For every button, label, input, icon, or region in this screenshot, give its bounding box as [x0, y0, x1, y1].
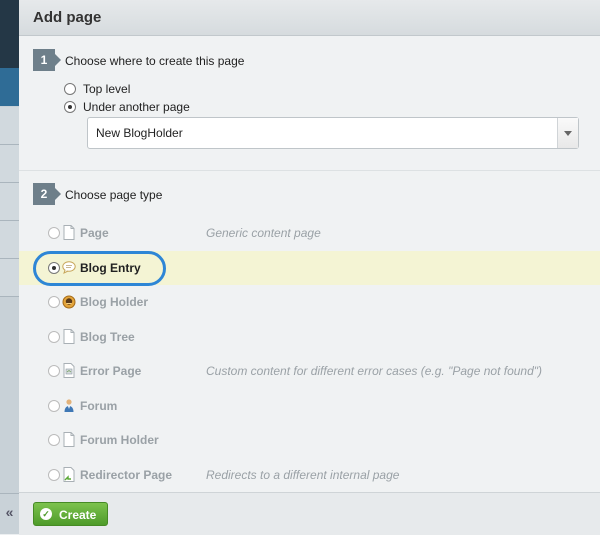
section-divider [19, 170, 600, 171]
top-level-label[interactable]: Top level [83, 82, 130, 96]
dialog-footer: ✓ Create [19, 492, 600, 535]
create-button[interactable]: ✓ Create [33, 502, 108, 526]
step-1-label: Choose where to create this page [65, 54, 245, 68]
cms-sidebar: « [0, 0, 20, 534]
page-icon [63, 432, 75, 447]
add-page-dialog: Add page 1 Choose where to create this p… [19, 0, 600, 535]
page-type-radio[interactable] [48, 296, 60, 308]
page-type-radio[interactable] [48, 400, 60, 412]
page-type-radio[interactable] [48, 365, 60, 377]
step-2-badge: 2 [33, 183, 61, 205]
step-1-badge: 1 [33, 49, 61, 71]
error-page-icon [63, 363, 75, 378]
sidebar-collapse-button[interactable]: « [0, 493, 19, 534]
sidebar-item[interactable] [0, 183, 19, 221]
page-type-radio[interactable] [48, 469, 60, 481]
under-another-page-label[interactable]: Under another page [83, 100, 190, 114]
radio-under-another-page[interactable] [64, 101, 76, 113]
page-type-blog-holder[interactable]: Blog Holder [19, 285, 600, 319]
parent-page-select[interactable]: New BlogHolder [87, 117, 579, 149]
page-type-radio[interactable] [48, 227, 60, 239]
radio-top-level[interactable] [64, 83, 76, 95]
sidebar-header [0, 0, 19, 68]
page-icon [63, 329, 75, 344]
redirector-page-icon [63, 467, 75, 482]
chevron-down-icon[interactable] [557, 118, 578, 148]
dialog-title: Add page [33, 9, 102, 26]
dialog-header: Add page [19, 0, 600, 36]
page-type-blog-tree[interactable]: Blog Tree [19, 320, 600, 354]
page-type-description: Custom content for different error cases… [206, 364, 543, 378]
selection-highlight-ring [33, 251, 166, 286]
page-type-redirector-page[interactable]: Redirector Page Redirects to a different… [19, 458, 600, 492]
page-type-radio[interactable] [48, 434, 60, 446]
page-type-error-page[interactable]: Error Page Custom content for different … [19, 354, 600, 388]
sidebar-item[interactable] [0, 145, 19, 183]
page-type-description: Redirects to a different internal page [206, 468, 400, 482]
parent-page-value: New BlogHolder [96, 126, 183, 140]
sidebar-item[interactable] [0, 259, 19, 297]
page-type-name: Forum Holder [80, 433, 159, 447]
sidebar-item[interactable] [0, 221, 19, 259]
page-type-description: Generic content page [206, 226, 321, 240]
page-type-radio[interactable] [48, 331, 60, 343]
page-type-forum[interactable]: Forum [19, 389, 600, 423]
forum-user-icon [64, 399, 74, 412]
blog-holder-icon [62, 295, 76, 309]
page-type-name: Page [80, 226, 109, 240]
step-2-label: Choose page type [65, 188, 163, 202]
page-type-forum-holder[interactable]: Forum Holder [19, 423, 600, 457]
page-type-name: Error Page [80, 364, 142, 378]
page-type-name: Forum [80, 399, 118, 413]
sidebar-item-active[interactable] [0, 68, 19, 106]
page-type-name: Blog Holder [80, 295, 148, 309]
page-type-name: Blog Tree [80, 330, 135, 344]
sidebar-item[interactable] [0, 107, 19, 145]
checkmark-icon: ✓ [40, 508, 52, 520]
page-icon [63, 225, 75, 240]
page-type-page[interactable]: Page Generic content page [19, 216, 600, 250]
page-type-name: Redirector Page [80, 468, 173, 482]
create-button-label: Create [59, 508, 97, 522]
